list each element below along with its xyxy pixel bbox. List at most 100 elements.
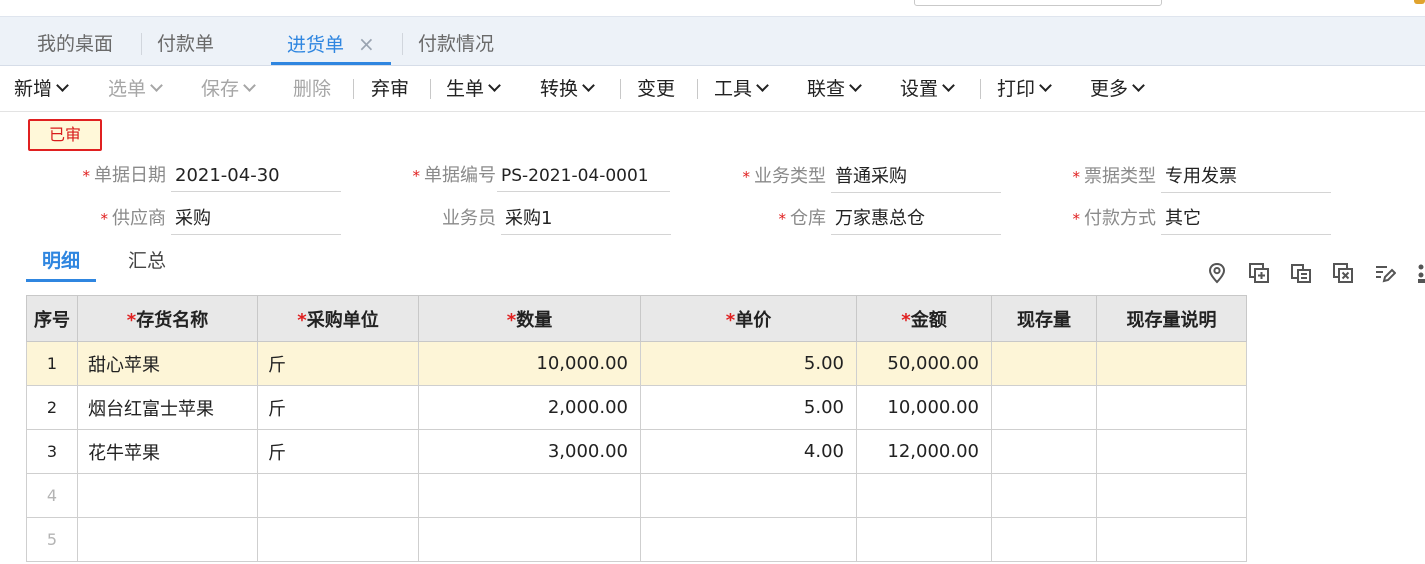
select-button[interactable]: 选单 bbox=[108, 66, 163, 111]
row-index-cell: 2 bbox=[26, 385, 78, 430]
stock-cell[interactable] bbox=[991, 385, 1097, 430]
item-name-cell[interactable]: 花牛苹果 bbox=[77, 429, 258, 474]
stock-note-cell[interactable] bbox=[1096, 385, 1247, 430]
change-button[interactable]: 变更 bbox=[637, 66, 675, 111]
stock-cell[interactable] bbox=[991, 341, 1097, 386]
unit-cell[interactable]: 斤 bbox=[257, 341, 419, 386]
chevron-down-icon bbox=[56, 79, 69, 92]
unit-cell[interactable]: 斤 bbox=[257, 385, 419, 430]
chevron-down-icon bbox=[150, 79, 163, 92]
amount-cell[interactable]: 50,000.00 bbox=[856, 341, 992, 386]
col-header-unit-text: 采购单位 bbox=[306, 309, 379, 331]
convert-button-label: 转换 bbox=[540, 78, 579, 100]
quantity-cell[interactable]: 3,000.00 bbox=[418, 429, 641, 474]
number-label-text: 单据编号 bbox=[424, 165, 496, 186]
amount-cell[interactable] bbox=[856, 517, 992, 562]
col-header-quantity[interactable]: *数量 bbox=[418, 295, 641, 342]
batch-edit-icon[interactable] bbox=[1374, 262, 1396, 284]
number-field[interactable]: PS-2021-04-0001 bbox=[497, 164, 670, 192]
table-row[interactable]: 3 花牛苹果 斤 3,000.00 4.00 12,000.00 bbox=[26, 429, 1247, 474]
warehouse-field[interactable]: 万家惠总仓 bbox=[831, 207, 1001, 235]
settings-button[interactable]: 设置 bbox=[900, 66, 955, 111]
generate-order-button[interactable]: 生单 bbox=[446, 66, 501, 111]
tab-payment[interactable]: 付款单 bbox=[157, 17, 214, 65]
col-header-unit[interactable]: *采购单位 bbox=[257, 295, 419, 342]
add-row-icon[interactable] bbox=[1248, 262, 1270, 284]
date-field[interactable]: 2021-04-30 bbox=[171, 164, 341, 192]
tab-divider bbox=[141, 33, 142, 55]
tab-payment-status[interactable]: 付款情况 bbox=[418, 17, 494, 65]
price-cell[interactable]: 5.00 bbox=[640, 385, 857, 430]
table-row[interactable]: 1 甜心苹果 斤 10,000.00 5.00 50,000.00 bbox=[26, 341, 1247, 386]
supplier-field[interactable]: 采购 bbox=[171, 207, 341, 235]
tab-purchase-order[interactable]: 进货单 × bbox=[271, 17, 391, 65]
col-header-price[interactable]: *单价 bbox=[640, 295, 857, 342]
print-button-label: 打印 bbox=[997, 78, 1036, 100]
stock-cell[interactable] bbox=[991, 517, 1097, 562]
amount-cell[interactable] bbox=[856, 473, 992, 518]
invoicetype-field[interactable]: 专用发票 bbox=[1161, 165, 1331, 193]
unit-cell[interactable] bbox=[257, 517, 419, 562]
stock-note-cell[interactable] bbox=[1096, 473, 1247, 518]
stock-cell[interactable] bbox=[991, 429, 1097, 474]
delete-row-icon[interactable] bbox=[1332, 262, 1354, 284]
payment-field[interactable]: 其它 bbox=[1161, 207, 1331, 235]
close-icon[interactable]: × bbox=[358, 32, 375, 56]
chevron-down-icon bbox=[1132, 79, 1145, 92]
unit-cell[interactable]: 斤 bbox=[257, 429, 419, 474]
amount-cell[interactable]: 12,000.00 bbox=[856, 429, 992, 474]
more-button[interactable]: 更多 bbox=[1090, 66, 1145, 111]
tab-detail[interactable]: 明细 bbox=[26, 248, 96, 282]
top-search-box[interactable] bbox=[914, 0, 1162, 6]
tab-desktop[interactable]: 我的桌面 bbox=[37, 17, 113, 65]
table-row[interactable]: 4 bbox=[26, 473, 1247, 518]
price-cell[interactable]: 5.00 bbox=[640, 341, 857, 386]
col-header-stock[interactable]: 现存量 bbox=[991, 295, 1097, 342]
item-name-cell[interactable]: 烟台红富士苹果 bbox=[77, 385, 258, 430]
abandon-audit-button[interactable]: 弃审 bbox=[371, 66, 409, 111]
item-name-cell[interactable] bbox=[77, 517, 258, 562]
stock-note-cell[interactable] bbox=[1096, 517, 1247, 562]
tab-summary[interactable]: 汇总 bbox=[128, 248, 166, 282]
required-mark: * bbox=[1072, 210, 1081, 228]
tools-button[interactable]: 工具 bbox=[714, 66, 769, 111]
quantity-cell[interactable]: 2,000.00 bbox=[418, 385, 641, 430]
amount-cell[interactable]: 10,000.00 bbox=[856, 385, 992, 430]
convert-button[interactable]: 转换 bbox=[540, 66, 595, 111]
col-header-index[interactable]: 序号 bbox=[26, 295, 78, 342]
generate-order-label: 生单 bbox=[446, 78, 485, 100]
status-badge: 已审 bbox=[28, 119, 102, 151]
print-button[interactable]: 打印 bbox=[997, 66, 1052, 111]
item-name-cell[interactable] bbox=[77, 473, 258, 518]
quantity-cell[interactable] bbox=[418, 517, 641, 562]
price-cell[interactable]: 4.00 bbox=[640, 429, 857, 474]
col-header-amount[interactable]: *金额 bbox=[856, 295, 992, 342]
price-cell[interactable] bbox=[640, 473, 857, 518]
col-header-stock-note[interactable]: 现存量说明 bbox=[1096, 295, 1247, 342]
price-cell[interactable] bbox=[640, 517, 857, 562]
save-button[interactable]: 保存 bbox=[201, 66, 256, 111]
tab-bar: 我的桌面 付款单 进货单 × 付款情况 bbox=[0, 17, 1425, 66]
stock-note-cell[interactable] bbox=[1096, 429, 1247, 474]
item-name-cell[interactable]: 甜心苹果 bbox=[77, 341, 258, 386]
location-pin-icon[interactable] bbox=[1206, 262, 1228, 284]
quantity-cell[interactable] bbox=[418, 473, 641, 518]
delete-button[interactable]: 删除 bbox=[293, 66, 331, 111]
table-row[interactable]: 5 bbox=[26, 517, 1247, 562]
biztype-field[interactable]: 普通采购 bbox=[831, 165, 1001, 193]
unit-cell[interactable] bbox=[257, 473, 419, 518]
table-row[interactable]: 2 烟台红富士苹果 斤 2,000.00 5.00 10,000.00 bbox=[26, 385, 1247, 430]
chevron-down-icon bbox=[849, 79, 862, 92]
more-icon[interactable] bbox=[1413, 262, 1425, 284]
col-header-item-name[interactable]: *存货名称 bbox=[77, 295, 258, 342]
clerk-field[interactable]: 采购1 bbox=[501, 207, 671, 235]
stock-note-cell[interactable] bbox=[1096, 341, 1247, 386]
col-header-item-name-text: 存货名称 bbox=[136, 309, 209, 331]
linked-query-button[interactable]: 联查 bbox=[807, 66, 862, 111]
quantity-cell[interactable]: 10,000.00 bbox=[418, 341, 641, 386]
stock-cell[interactable] bbox=[991, 473, 1097, 518]
copy-row-icon[interactable] bbox=[1290, 262, 1312, 284]
required-mark: * bbox=[126, 309, 137, 331]
chevron-down-icon bbox=[756, 79, 769, 92]
add-button[interactable]: 新增 bbox=[14, 66, 69, 111]
